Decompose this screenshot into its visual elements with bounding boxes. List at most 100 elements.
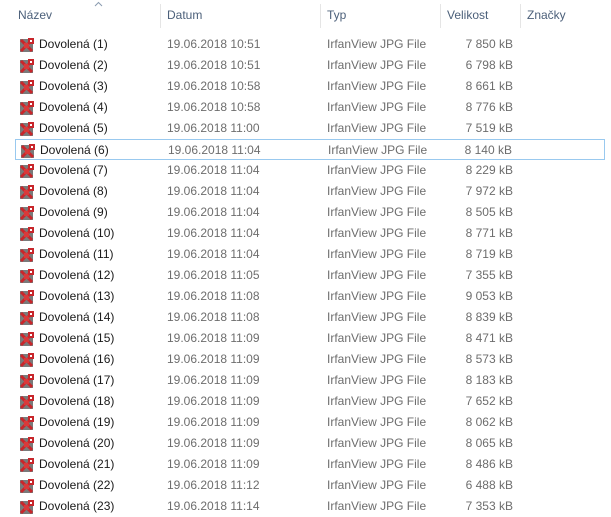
file-name: Dovolená (22) — [39, 478, 115, 492]
file-type: IrfanView JPG File — [327, 79, 427, 93]
file-name: Dovolená (2) — [39, 58, 108, 72]
file-row[interactable]: Dovolená (12) 19.06.2018 11:05 IrfanView J… — [15, 265, 605, 286]
file-row[interactable]: Dovolená (20) 19.06.2018 11:09 IrfanView J… — [15, 433, 605, 454]
file-size: 7 519 kB — [465, 121, 513, 135]
file-type: IrfanView JPG File — [327, 436, 427, 450]
file-date: 19.06.2018 11:08 — [167, 310, 260, 324]
file-row[interactable]: Dovolená (14) 19.06.2018 11:08 IrfanView J… — [15, 307, 605, 328]
file-row[interactable]: Dovolená (7) 19.06.2018 11:04 IrfanView JP… — [15, 160, 605, 181]
column-header-date[interactable]: Datum — [161, 0, 320, 31]
file-row[interactable]: Dovolená (21) 19.06.2018 11:09 IrfanView J… — [15, 454, 605, 475]
irfanview-jpg-icon — [19, 227, 34, 242]
column-header-size[interactable]: Velikost — [441, 0, 520, 31]
irfanview-jpg-icon — [19, 290, 34, 305]
file-type: IrfanView JPG File — [327, 100, 427, 114]
column-header-tags[interactable]: Značky — [521, 0, 611, 31]
file-row[interactable]: Dovolená (15) 19.06.2018 11:09 IrfanView J… — [15, 328, 605, 349]
file-row[interactable]: Dovolená (16) 19.06.2018 11:09 IrfanView J… — [15, 349, 605, 370]
file-type: IrfanView JPG File — [327, 331, 427, 345]
file-date: 19.06.2018 11:09 — [167, 373, 260, 387]
file-row[interactable]: Dovolená (5) 19.06.2018 11:00 IrfanView JP… — [15, 118, 605, 139]
file-date: 19.06.2018 11:04 — [167, 226, 260, 240]
file-row[interactable]: Dovolená (6) 19.06.2018 11:04 IrfanView JP… — [15, 139, 605, 160]
file-type: IrfanView JPG File — [327, 289, 427, 303]
irfanview-jpg-icon — [19, 332, 34, 347]
file-size: 8 771 kB — [465, 226, 513, 240]
file-size: 8 661 kB — [465, 79, 513, 93]
file-date: 19.06.2018 11:00 — [167, 121, 260, 135]
column-header-type-label: Typ — [327, 8, 347, 22]
file-date: 19.06.2018 11:09 — [167, 436, 260, 450]
column-header-name-label: Název — [18, 8, 53, 22]
file-size: 8 062 kB — [465, 415, 513, 429]
file-type: IrfanView JPG File — [327, 205, 427, 219]
file-size: 6 488 kB — [465, 478, 513, 492]
file-type: IrfanView JPG File — [327, 268, 427, 282]
file-row[interactable]: Dovolená (3) 19.06.2018 10:58 IrfanView JP… — [15, 76, 605, 97]
file-row[interactable]: Dovolená (18) 19.06.2018 11:09 IrfanView J… — [15, 391, 605, 412]
irfanview-jpg-icon — [19, 101, 34, 116]
file-row[interactable]: Dovolená (8) 19.06.2018 11:04 IrfanView JP… — [15, 181, 605, 202]
file-name: Dovolená (6) — [40, 143, 109, 157]
file-row[interactable]: Dovolená (9) 19.06.2018 11:04 IrfanView JP… — [15, 202, 605, 223]
file-row[interactable]: Dovolená (2) 19.06.2018 10:51 IrfanView JP… — [15, 55, 605, 76]
file-date: 19.06.2018 11:04 — [167, 205, 260, 219]
file-type: IrfanView JPG File — [327, 58, 427, 72]
file-date: 19.06.2018 10:51 — [167, 58, 261, 72]
file-date: 19.06.2018 11:09 — [167, 394, 260, 408]
file-size: 8 471 kB — [465, 331, 513, 345]
file-name: Dovolená (15) — [39, 331, 115, 345]
file-row[interactable]: Dovolená (1) 19.06.2018 10:51 IrfanView JP… — [15, 34, 605, 55]
file-size: 8 065 kB — [465, 436, 513, 450]
file-row[interactable]: Dovolená (10) 19.06.2018 11:04 IrfanView J… — [15, 223, 605, 244]
irfanview-jpg-icon — [19, 164, 34, 179]
irfanview-jpg-icon — [19, 416, 34, 431]
file-date: 19.06.2018 11:05 — [167, 268, 260, 282]
file-size: 8 839 kB — [465, 310, 513, 324]
file-row[interactable]: Dovolená (13) 19.06.2018 11:08 IrfanView J… — [15, 286, 605, 307]
file-name: Dovolená (1) — [39, 37, 108, 51]
file-name: Dovolená (14) — [39, 310, 115, 324]
irfanview-jpg-icon — [19, 269, 34, 284]
irfanview-jpg-icon — [19, 500, 34, 515]
file-name: Dovolená (11) — [39, 247, 114, 261]
file-name: Dovolená (3) — [39, 79, 108, 93]
irfanview-jpg-icon — [19, 437, 34, 452]
irfanview-jpg-icon — [19, 374, 34, 389]
file-size: 8 486 kB — [465, 457, 513, 471]
file-row[interactable]: Dovolená (22) 19.06.2018 11:12 IrfanView J… — [15, 475, 605, 496]
irfanview-jpg-icon — [19, 122, 34, 137]
file-name: Dovolená (21) — [39, 457, 115, 471]
file-name: Dovolená (23) — [39, 499, 115, 513]
file-row[interactable]: Dovolená (11) 19.06.2018 11:04 IrfanView J… — [15, 244, 605, 265]
column-header-type[interactable]: Typ — [321, 0, 440, 31]
file-type: IrfanView JPG File — [327, 478, 427, 492]
file-size: 8 183 kB — [465, 373, 513, 387]
file-type: IrfanView JPG File — [327, 184, 427, 198]
file-size: 7 353 kB — [465, 499, 513, 513]
file-date: 19.06.2018 11:04 — [167, 247, 260, 261]
file-row[interactable]: Dovolená (19) 19.06.2018 11:09 IrfanView J… — [15, 412, 605, 433]
sort-up-chevron-icon — [94, 1, 103, 7]
column-header-name[interactable]: Název — [12, 0, 160, 31]
file-row[interactable]: Dovolená (17) 19.06.2018 11:09 IrfanView J… — [15, 370, 605, 391]
file-size: 8 505 kB — [465, 205, 513, 219]
file-row[interactable]: Dovolená (4) 19.06.2018 10:58 IrfanView JP… — [15, 97, 605, 118]
file-name: Dovolená (18) — [39, 394, 115, 408]
file-row[interactable]: Dovolená (23) 19.06.2018 11:14 IrfanView J… — [15, 496, 605, 517]
column-header-row: Název Datum Typ Velikost Značky — [0, 0, 611, 31]
irfanview-jpg-icon — [19, 311, 34, 326]
file-date: 19.06.2018 11:09 — [167, 415, 260, 429]
file-date: 19.06.2018 11:12 — [167, 478, 260, 492]
file-date: 19.06.2018 11:04 — [167, 184, 260, 198]
irfanview-jpg-icon — [19, 248, 34, 263]
file-size: 8 776 kB — [465, 100, 513, 114]
file-size: 7 972 kB — [465, 184, 513, 198]
file-size: 6 798 kB — [465, 58, 513, 72]
file-type: IrfanView JPG File — [327, 37, 427, 51]
file-type: IrfanView JPG File — [327, 247, 427, 261]
column-header-size-label: Velikost — [447, 8, 489, 22]
column-header-date-label: Datum — [167, 8, 203, 22]
irfanview-jpg-icon — [19, 479, 34, 494]
irfanview-jpg-icon — [19, 80, 34, 95]
